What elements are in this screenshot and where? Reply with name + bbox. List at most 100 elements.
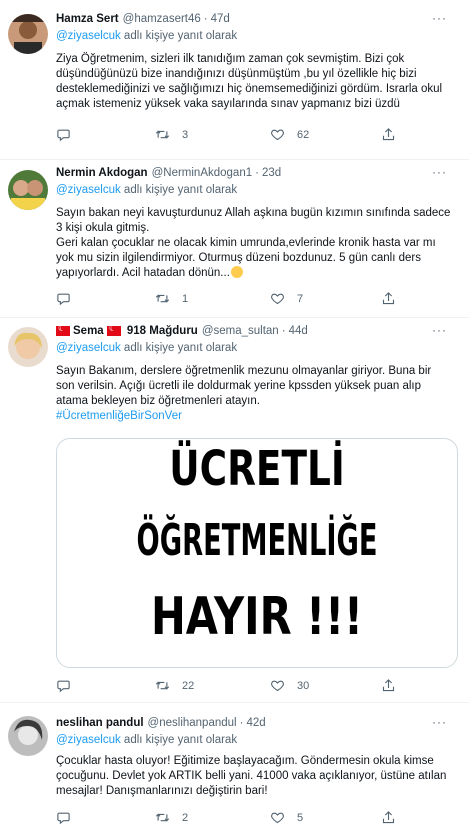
retweet-button[interactable]: 3 <box>155 127 188 142</box>
avatar[interactable] <box>8 327 48 367</box>
display-name[interactable]: Hamza Sert <box>56 13 119 25</box>
mention-link[interactable]: @ziyaselcuk <box>56 734 121 746</box>
hashtag-link[interactable]: #ÜcretmenliğeBirSonVer <box>56 409 456 424</box>
tweet-text-line: açmak istemeniz yüksek vaka sayılarında … <box>56 98 400 110</box>
retweet-count: 3 <box>182 128 189 141</box>
timestamp[interactable]: 44d <box>289 325 308 337</box>
timestamp[interactable]: 47d <box>211 13 230 25</box>
tweet-header: Sema 918 Mağduru @sema_sultan · 44d ··· <box>56 323 459 339</box>
like-icon <box>270 678 285 693</box>
user-handle[interactable]: @NerminAkdogan1 <box>152 167 253 179</box>
reply-icon <box>56 678 71 693</box>
reply-context: @ziyaselcuk adlı kişiye yanıt olarak <box>56 734 237 746</box>
retweet-count: 1 <box>182 292 189 305</box>
reply-icon <box>56 291 71 306</box>
tweet-header: neslihan pandul @neslihanpandul · 42d ··… <box>56 715 459 731</box>
like-button[interactable]: 30 <box>270 678 309 693</box>
mention-link[interactable]: @ziyaselcuk <box>56 184 121 196</box>
tweet-text-fragment: yapıyorlardı. Acil hatadan dönün... <box>56 267 230 279</box>
tweet[interactable]: Nermin Akdogan @NerminAkdogan1 · 23d ···… <box>0 160 469 318</box>
share-icon <box>381 127 396 142</box>
avatar[interactable] <box>8 14 48 54</box>
reply-button[interactable] <box>56 678 83 693</box>
tweet-text-line: düşündüğünüzü bize inandığınızı düşünmüş… <box>56 68 417 80</box>
attached-image[interactable]: ÜCRETLİ ÖĞRETMENLİĞE HAYIR !!! <box>56 438 458 668</box>
more-icon[interactable]: ··· <box>432 165 447 179</box>
more-icon[interactable]: ··· <box>432 11 447 25</box>
tweet-text: Sayın Bakanım, derslere öğretmenlik mezu… <box>56 364 456 424</box>
tweet-text-line: Sayın bakan neyi kavuşturdunuz Allah aşk… <box>56 207 451 219</box>
reply-context: @ziyaselcuk adlı kişiye yanıt olarak <box>56 30 237 42</box>
tweet-text-line: desteklemediğinizi ve sağlığımızı hiç ön… <box>56 83 443 95</box>
tweet-header: Hamza Sert @hamzasert46 · 47d ··· <box>56 11 459 27</box>
image-text-line: ÜCRETLİ <box>169 441 345 497</box>
relieved-face-emoji-icon <box>230 266 243 278</box>
like-count: 30 <box>297 679 310 692</box>
avatar[interactable] <box>8 716 48 756</box>
tweet[interactable]: neslihan pandul @neslihanpandul · 42d ··… <box>0 703 469 830</box>
avatar[interactable] <box>8 170 48 210</box>
reply-icon <box>56 127 71 142</box>
retweet-button[interactable]: 22 <box>155 678 194 693</box>
user-handle[interactable]: @sema_sultan <box>202 325 279 337</box>
retweet-icon <box>155 678 170 693</box>
share-button[interactable] <box>381 810 408 825</box>
more-icon[interactable]: ··· <box>432 715 447 729</box>
reply-context-text: adlı kişiye yanıt olarak <box>120 342 238 354</box>
timestamp[interactable]: 23d <box>262 167 281 179</box>
display-name[interactable]: neslihan pandul <box>56 717 144 729</box>
reply-context: @ziyaselcuk adlı kişiye yanıt olarak <box>56 184 237 196</box>
tweet-text-line: atama bekleyen biz öğretmenleri atayın. <box>56 395 260 407</box>
like-icon <box>270 127 285 142</box>
tweet-actions: 22 30 <box>56 678 436 696</box>
user-handle[interactable]: @hamzasert46 <box>123 13 201 25</box>
user-handle[interactable]: @neslihanpandul <box>148 717 237 729</box>
like-icon <box>270 291 285 306</box>
image-text-line: ÖĞRETMENLİĞE <box>136 515 378 566</box>
display-name[interactable]: Sema 918 Mağduru <box>73 323 198 337</box>
tweet-text: Çocuklar hasta oluyor! Eğitimize başlaya… <box>56 754 456 799</box>
retweet-icon <box>155 127 170 142</box>
retweet-button[interactable]: 2 <box>155 810 188 825</box>
tweet-actions: 3 62 <box>56 127 436 145</box>
turkey-flag-icon <box>56 323 70 336</box>
like-button[interactable]: 7 <box>270 291 303 306</box>
like-icon <box>270 810 285 825</box>
share-button[interactable] <box>381 678 408 693</box>
tweet-text: Sayın bakan neyi kavuşturdunuz Allah aşk… <box>56 206 456 281</box>
like-button[interactable]: 62 <box>270 127 309 142</box>
mention-link[interactable]: @ziyaselcuk <box>56 342 121 354</box>
tweet-header: Nermin Akdogan @NerminAkdogan1 · 23d ··· <box>56 165 459 181</box>
tweet[interactable]: Hamza Sert @hamzasert46 · 47d ··· @ziyas… <box>0 0 469 160</box>
like-count: 62 <box>297 128 310 141</box>
reply-button[interactable] <box>56 810 83 825</box>
tweet-text-line: Ziya Öğretmenim, sizleri ilk tanıdığım z… <box>56 53 405 65</box>
display-name[interactable]: Nermin Akdogan <box>56 167 148 179</box>
separator-dot: · <box>203 13 208 25</box>
tweet-text-line: çocuğunu. Devlet yok ARTIK belli yani. 4… <box>56 770 447 782</box>
tweet[interactable]: Sema 918 Mağduru @sema_sultan · 44d ··· … <box>0 318 469 703</box>
tweet-text-line: Geri kalan çocuklar ne olacak kimin umru… <box>56 237 436 249</box>
retweet-icon <box>155 291 170 306</box>
more-icon[interactable]: ··· <box>432 323 447 337</box>
separator-dot: · <box>239 717 244 729</box>
like-button[interactable]: 5 <box>270 810 303 825</box>
reply-button[interactable] <box>56 291 83 306</box>
share-button[interactable] <box>381 127 408 142</box>
reply-button[interactable] <box>56 127 83 142</box>
tweet-actions: 2 5 <box>56 810 436 828</box>
timestamp[interactable]: 42d <box>246 717 265 729</box>
tweet-text-line: mesajlar! Danışmanlarınızı değiştirin ba… <box>56 785 268 797</box>
share-icon <box>381 810 396 825</box>
mention-link[interactable]: @ziyaselcuk <box>56 30 121 42</box>
turkey-flag-icon <box>106 323 121 336</box>
reply-context-text: adlı kişiye yanıt olarak <box>120 184 238 196</box>
retweet-count: 22 <box>182 679 195 692</box>
tweet-text-line: Çocuklar hasta oluyor! Eğitimize başlaya… <box>56 755 434 767</box>
like-count: 7 <box>297 292 304 305</box>
tweet-text-line: Sayın Bakanım, derslere öğretmenlik mezu… <box>56 365 432 377</box>
retweet-button[interactable]: 1 <box>155 291 188 306</box>
separator-dot: · <box>255 167 259 179</box>
share-button[interactable] <box>381 291 408 306</box>
tweet-text-line: yapıyorlardı. Acil hatadan dönün... <box>56 266 456 281</box>
